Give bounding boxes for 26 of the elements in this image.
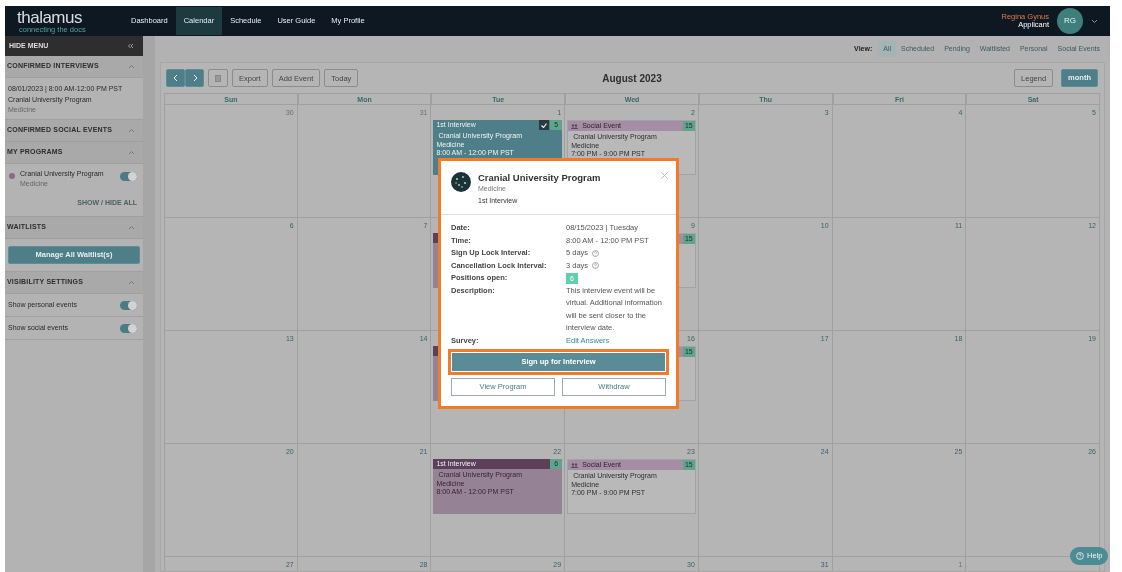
chevron-down-icon[interactable] [1091, 18, 1098, 24]
previous-button[interactable] [166, 69, 185, 87]
close-icon[interactable] [661, 172, 668, 179]
help-icon [592, 262, 600, 270]
program-logo-icon [451, 172, 471, 192]
next-button[interactable] [185, 69, 204, 87]
toggle-switch[interactable] [120, 171, 137, 181]
chevron-up-icon[interactable] [128, 127, 135, 133]
chevron-left-icon [171, 74, 180, 82]
month-title: August 2023 [602, 71, 662, 86]
chevron-up-icon[interactable] [128, 64, 135, 69]
people-icon [571, 123, 579, 129]
user-avatar[interactable]: RG [1057, 8, 1083, 34]
chevron-up-icon[interactable] [128, 149, 135, 155]
modal-program-name: Cranial University Program [478, 172, 601, 184]
help-icon [592, 249, 600, 257]
chevron-up-icon[interactable] [128, 225, 135, 230]
double-chevron-left-icon[interactable] [127, 43, 134, 49]
toggle-switch[interactable] [120, 300, 137, 310]
calendar-button[interactable] [208, 69, 228, 87]
toggle-switch[interactable] [120, 323, 137, 333]
logo-text[interactable]: thalamus [17, 8, 107, 26]
chevron-up-icon[interactable] [128, 280, 135, 285]
calendar-icon [215, 74, 221, 82]
people-icon [571, 462, 579, 468]
help-icon [1076, 552, 1084, 560]
